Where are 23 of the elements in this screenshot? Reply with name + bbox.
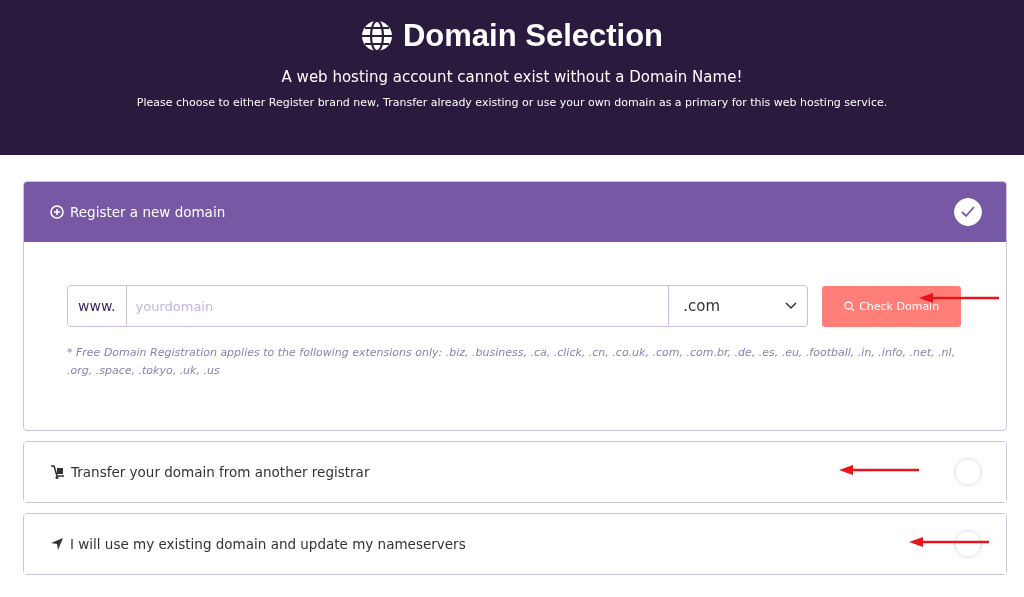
search-icon <box>844 300 856 312</box>
extension-select[interactable]: .com <box>668 285 809 327</box>
domain-input-field[interactable]: yourdomain <box>126 285 669 327</box>
description: Please choose to either Register brand new, Transfer already existing or use your own domain as a primary for this web hosting service. <box>136 96 888 109</box>
subtitle: A web hosting account cannot exist without a Domain Name! <box>281 68 743 86</box>
option-header[interactable]: Register a new domain <box>24 182 1006 242</box>
annotation-arrow-icon <box>909 536 989 548</box>
free-registration-note: * Free Domain Registration applies to the following extensions only: .biz, .business, .ca, .click, .cn, .co.uk, .com, .com.br, .de, .es, .eu, .football, .in, .info, .net, .nl, .org, .space, .tokyo, .uk, .us <box>67 345 957 379</box>
hand-truck-icon <box>50 465 65 479</box>
option-label: Register a new domain <box>70 204 226 220</box>
page-title: Domain Selection <box>402 18 664 54</box>
option-header[interactable]: I will use my existing domain and update my nameservers <box>24 514 1006 574</box>
option-label: Transfer your domain from another registrar <box>71 464 370 480</box>
option-header[interactable]: Transfer your domain from another registrar <box>24 442 1006 502</box>
annotation-arrow-icon <box>919 292 999 304</box>
chevron-down-icon <box>785 302 798 310</box>
plus-circle-icon <box>50 205 64 219</box>
option-label: I will use my existing domain and update my nameservers <box>70 536 466 552</box>
annotation-arrow-icon <box>839 464 919 476</box>
globe-icon <box>360 20 393 52</box>
www-prefix: www. <box>67 285 127 327</box>
location-arrow-icon <box>50 537 64 551</box>
checkmark-icon <box>961 206 975 218</box>
